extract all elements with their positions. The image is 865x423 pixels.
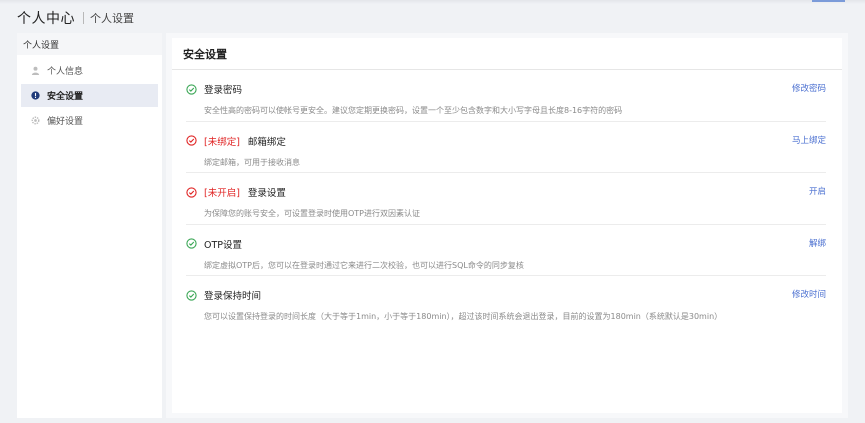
item-header: 登录密码 修改密码: [186, 82, 826, 96]
gear-icon: [30, 116, 40, 126]
check-circle-icon: [186, 83, 197, 95]
setting-item-login-password: 登录密码 修改密码 安全性高的密码可以使帐号更安全。建议您定期更换密码，设置一个…: [186, 70, 826, 122]
setting-item-otp: OTP设置 解绑 绑定虚拟OTP后，您可以在登录时通过它来进行二次校验，也可以进…: [186, 225, 826, 276]
item-title: OTP设置: [204, 239, 243, 251]
item-description: 您可以设置保持登录的时间长度（大于等于1min，小于等于180min），超过该时…: [204, 312, 723, 321]
item-title: 邮箱绑定: [247, 136, 286, 148]
panel-title: 安全设置: [172, 38, 842, 70]
item-title: 登录设置: [247, 188, 286, 199]
setting-item-session-duration: 登录保持时间 修改时间 您可以设置保持登录的时间长度（大于等于1min，小于等于…: [186, 276, 826, 328]
sidebar: 个人设置 个人信息 安全设置 偏好设置: [17, 33, 162, 418]
alert-circle-icon: [30, 91, 40, 101]
item-title: 登录密码: [204, 85, 243, 96]
header-divider: [83, 12, 84, 24]
item-header: [未绑定] 邮箱绑定 马上绑定: [186, 134, 826, 148]
item-header: OTP设置 解绑: [186, 237, 826, 251]
item-title: 登录保持时间: [204, 291, 262, 302]
item-description: 绑定虚拟OTP后，您可以在登录时通过它来进行二次校验，也可以进行SQL命令的同步…: [204, 260, 524, 270]
warning-check-circle-icon: [186, 186, 197, 198]
enable-link[interactable]: 开启: [809, 185, 826, 197]
item-description: 安全性高的密码可以使帐号更安全。建议您定期更换密码，设置一个至少包含数字和大小写…: [204, 106, 623, 115]
page-header: 个人中心 个人设置: [17, 8, 134, 28]
sidebar-title: 个人设置: [17, 33, 162, 55]
status-tag: [未开启]: [204, 188, 240, 199]
item-header: 登录保持时间 修改时间: [186, 288, 826, 302]
status-tag: [未绑定]: [204, 136, 240, 148]
sidebar-item-label: 安全设置: [47, 92, 84, 102]
top-accent-bar: [812, 0, 845, 2]
sidebar-item-label: 个人信息: [47, 67, 84, 77]
check-circle-icon: [186, 289, 197, 301]
setting-item-login-settings: [未开启] 登录设置 开启 为保障您的账号安全，可设置登录时使用OTP进行双因素…: [186, 173, 826, 225]
sidebar-item-label: 偏好设置: [47, 117, 84, 127]
top-shade: [0, 0, 865, 4]
setting-item-email-binding: [未绑定] 邮箱绑定 马上绑定 绑定邮箱，可用于接收消息: [186, 122, 826, 173]
sidebar-item-preferences[interactable]: 偏好设置: [21, 109, 158, 132]
main-area: 安全设置 登录密码 修改密码 安全性高的密码可以使帐号更安全。建议您定期更换密码…: [166, 33, 848, 418]
item-header: [未开启] 登录设置 开启: [186, 185, 826, 199]
sidebar-item-security[interactable]: 安全设置: [21, 84, 158, 107]
item-description: 绑定邮箱，可用于接收消息: [204, 157, 300, 167]
security-items: 登录密码 修改密码 安全性高的密码可以使帐号更安全。建议您定期更换密码，设置一个…: [172, 70, 842, 328]
unbind-link[interactable]: 解绑: [809, 237, 826, 249]
change-password-link[interactable]: 修改密码: [792, 82, 826, 94]
warning-check-circle-icon: [186, 135, 197, 146]
breadcrumb: 个人设置: [90, 12, 134, 25]
page-title: 个人中心: [17, 11, 75, 27]
sidebar-item-personal-info[interactable]: 个人信息: [21, 59, 158, 82]
change-time-link[interactable]: 修改时间: [792, 288, 826, 300]
check-circle-icon: [186, 238, 197, 249]
user-icon: [30, 66, 40, 76]
sidebar-menu: 个人信息 安全设置 偏好设置: [17, 55, 162, 132]
security-panel: 安全设置 登录密码 修改密码 安全性高的密码可以使帐号更安全。建议您定期更换密码…: [172, 38, 842, 413]
bind-email-link[interactable]: 马上绑定: [792, 134, 826, 146]
item-description: 为保障您的账号安全，可设置登录时使用OTP进行双因素认证: [204, 209, 421, 218]
